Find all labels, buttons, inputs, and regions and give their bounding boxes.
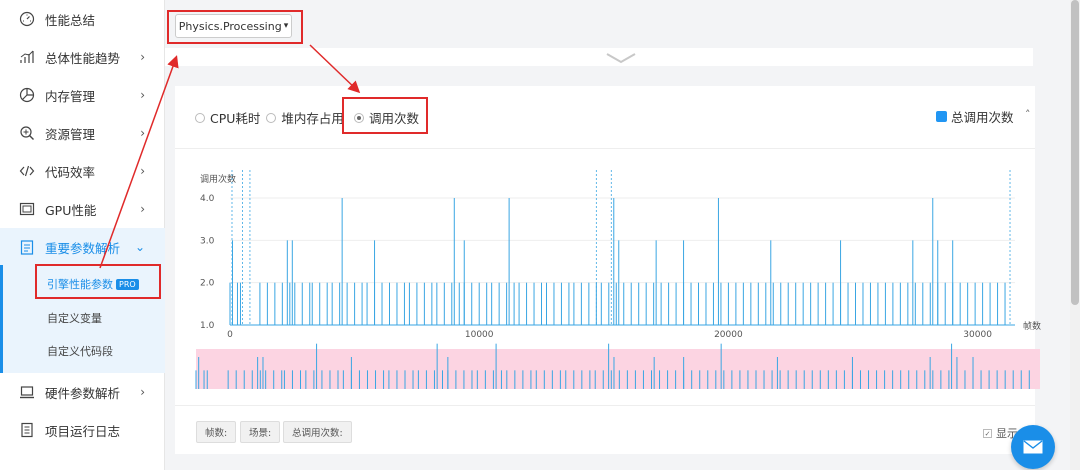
annotation-arrows <box>99 44 361 269</box>
